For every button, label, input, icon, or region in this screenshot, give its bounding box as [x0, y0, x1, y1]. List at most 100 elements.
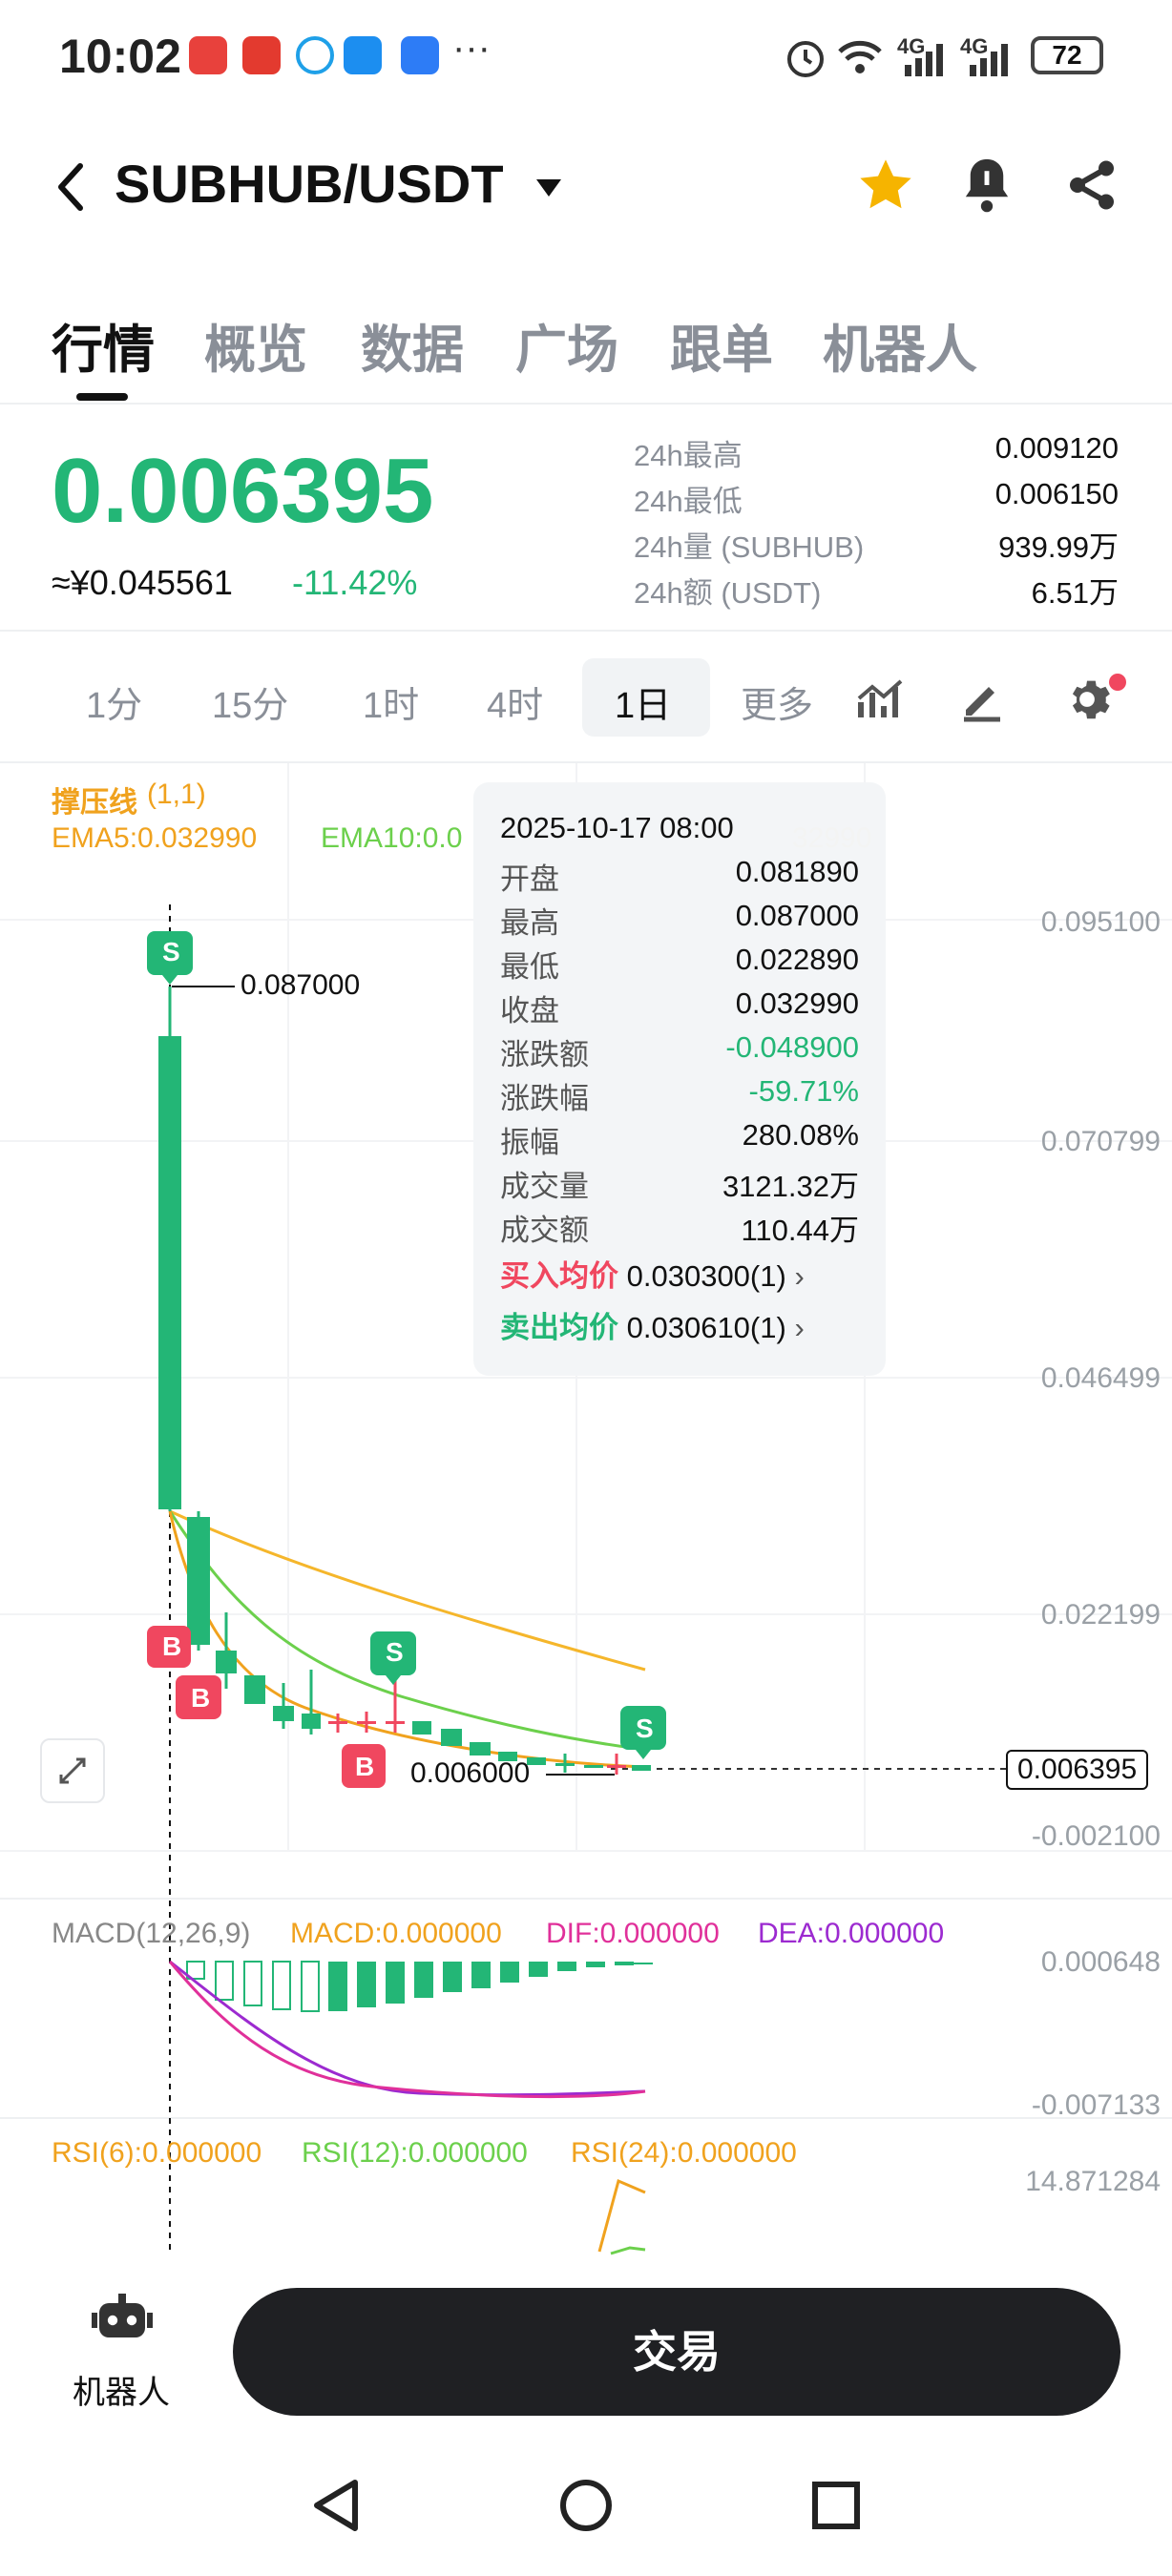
- candle: [328, 1721, 347, 1724]
- candle: [470, 1742, 491, 1755]
- trade-button[interactable]: 交易: [233, 2288, 1120, 2416]
- macd-bar: [386, 1962, 405, 2004]
- tooltip-value: 110.44万: [741, 1214, 859, 1247]
- y-axis-label: -0.002100: [1031, 1820, 1161, 1852]
- draw-icon[interactable]: [958, 675, 1006, 723]
- share-icon[interactable]: [1063, 156, 1120, 214]
- interval-1d[interactable]: 1日: [615, 675, 671, 728]
- tooltip-value: 0.022890: [735, 943, 859, 976]
- stat-value-high: 0.009120: [994, 431, 1119, 465]
- cny-price: ≈¥0.045561: [52, 563, 233, 602]
- macd-bar: [272, 1961, 291, 2010]
- bell-icon[interactable]: [958, 155, 1015, 216]
- nav-back-icon[interactable]: [309, 2477, 363, 2534]
- candle: [187, 1517, 210, 1645]
- current-price-tag: 0.006395: [1006, 1750, 1149, 1790]
- chevron-right-icon: ›: [794, 1259, 805, 1293]
- candle: [412, 1721, 431, 1735]
- tooltip-value: 0.032990: [735, 987, 859, 1020]
- macd-bar: [529, 1962, 548, 1977]
- interval-1m[interactable]: 1分: [86, 675, 142, 728]
- candle: [386, 1721, 405, 1724]
- tab-robot[interactable]: 机器人: [823, 307, 977, 383]
- sell-avg-value: 0.030610(1): [626, 1311, 786, 1344]
- macd-bar: [586, 1962, 605, 1967]
- robot-label[interactable]: 机器人: [73, 2366, 170, 2413]
- macd-bar: [215, 1961, 234, 2001]
- tab-market[interactable]: 行情: [52, 307, 155, 383]
- y-axis-label: 0.022199: [1040, 1599, 1161, 1631]
- tab-copy-trading[interactable]: 跟单: [670, 307, 773, 383]
- notification-app-icon: [401, 36, 439, 74]
- macd-y-axis-label: -0.007133: [1031, 2089, 1161, 2121]
- active-tab-indicator: [76, 393, 128, 401]
- tab-square[interactable]: 广场: [515, 307, 618, 383]
- macd-bar: [615, 1962, 634, 1965]
- interval-4h[interactable]: 4时: [487, 675, 543, 728]
- macd-value: MACD:0.000000: [290, 1918, 502, 1949]
- macd-bar: [328, 1962, 347, 2011]
- pair-title[interactable]: SUBHUB/USDT: [115, 153, 504, 215]
- status-bar: 10:02 ··· 4G 4G 72: [0, 0, 1172, 114]
- system-nav-bar: [0, 2442, 1172, 2576]
- tooltip-label: 成交额: [500, 1214, 589, 1247]
- stat-value-turnover: 6.51万: [1031, 576, 1119, 610]
- macd-bar: [500, 1962, 519, 1983]
- divider: [0, 630, 1172, 632]
- robot-icon[interactable]: [92, 2294, 153, 2349]
- status-time: 10:02: [59, 30, 181, 83]
- tab-data[interactable]: 数据: [361, 307, 464, 383]
- divider: [0, 403, 1172, 405]
- dea-value: DEA:0.000000: [758, 1918, 945, 1949]
- tooltip-date: 2025-10-17 08:00: [500, 811, 734, 844]
- stat-label-low: 24h最低: [634, 485, 743, 518]
- notification-app-icon: [242, 36, 281, 74]
- stat-label-turnover: 24h额 (USDT): [634, 576, 822, 610]
- sell-avg-label: 卖出均价: [500, 1311, 618, 1344]
- candle: [441, 1729, 462, 1746]
- more-notifications-icon: ···: [452, 27, 491, 69]
- tooltip-label: 成交量: [500, 1170, 589, 1203]
- price-change-percent: -11.42%: [292, 563, 418, 602]
- signal-label: B: [191, 1683, 211, 1713]
- dif-value: DIF:0.000000: [546, 1918, 720, 1949]
- nav-home-icon[interactable]: [557, 2477, 615, 2534]
- tab-overview[interactable]: 概览: [204, 307, 307, 383]
- settings-icon[interactable]: [1061, 674, 1113, 725]
- expand-icon: [59, 1757, 86, 1784]
- interval-more[interactable]: 更多: [741, 675, 813, 728]
- rsi-line-green: [610, 2246, 646, 2255]
- battery-indicator: 72: [1031, 36, 1103, 74]
- y-axis-label: 0.070799: [1040, 1126, 1161, 1157]
- tooltip-value: 3121.32万: [722, 1170, 859, 1203]
- stat-label-high: 24h最高: [634, 439, 743, 472]
- indicator-icon[interactable]: [855, 675, 907, 723]
- macd-bar: [301, 1961, 320, 2012]
- back-icon[interactable]: [52, 160, 90, 214]
- macd-bar: [243, 1961, 262, 2006]
- star-icon[interactable]: [855, 155, 916, 216]
- dea-line: [168, 1961, 646, 2099]
- fullscreen-button[interactable]: [40, 1738, 105, 1803]
- signal-icon: [970, 44, 1008, 76]
- buy-avg-value: 0.030300(1): [626, 1259, 786, 1293]
- candle: [357, 1721, 376, 1724]
- interval-15m[interactable]: 15分: [212, 675, 288, 728]
- top-tabs: 行情 概览 数据 广场 跟单 机器人: [0, 296, 1172, 401]
- signal-label: B: [355, 1752, 375, 1781]
- signal-label: S: [636, 1714, 654, 1743]
- macd-histogram: [186, 1961, 653, 2012]
- dropdown-caret-icon[interactable]: [534, 177, 563, 198]
- sell-avg-row[interactable]: 卖出均价 0.030610(1) ›: [500, 1303, 859, 1346]
- tooltip-value: 0.087000: [735, 899, 859, 932]
- signal-label: B: [162, 1631, 182, 1661]
- stat-label-volume: 24h量 (SUBHUB): [634, 530, 865, 564]
- macd-bar: [443, 1962, 462, 1992]
- buy-avg-row[interactable]: 买入均价 0.030300(1) ›: [500, 1252, 859, 1295]
- rsi-y-axis-label: 14.871284: [1025, 2166, 1161, 2197]
- dif-line: [169, 1960, 646, 2097]
- interval-1h[interactable]: 1时: [363, 675, 419, 728]
- signal-label: S: [386, 1637, 404, 1667]
- macd-bar: [557, 1962, 576, 1971]
- nav-recents-icon[interactable]: [809, 2479, 863, 2532]
